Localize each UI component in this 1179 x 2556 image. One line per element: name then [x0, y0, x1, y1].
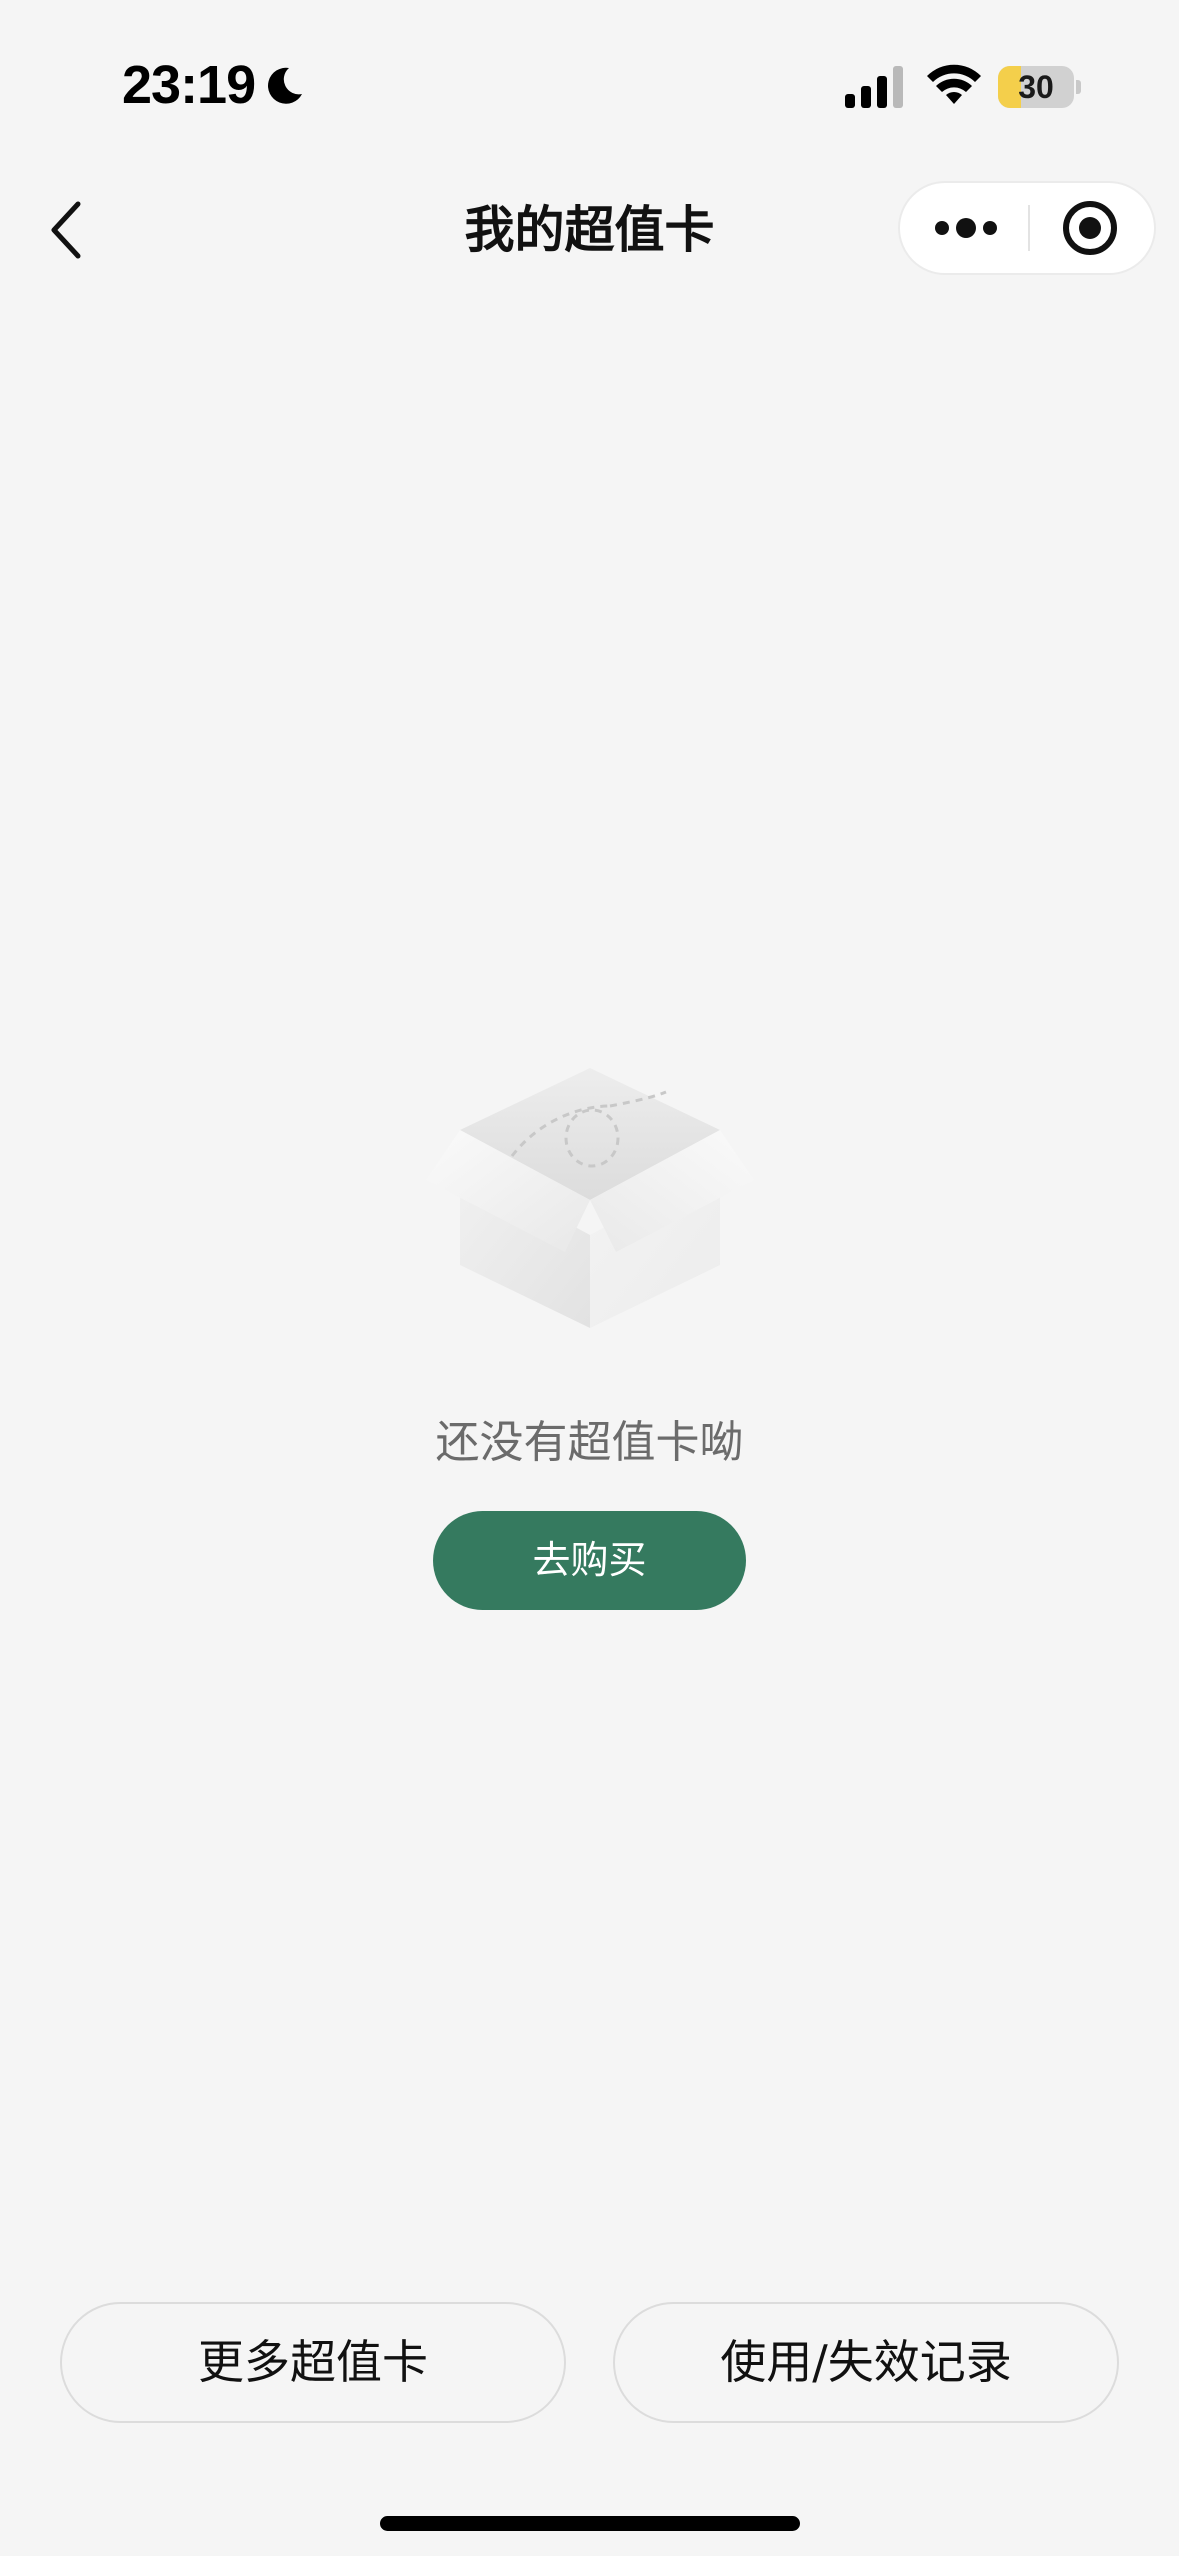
more-cards-button[interactable]: 更多超值卡: [60, 2302, 566, 2423]
more-button[interactable]: [900, 183, 1028, 273]
close-target-icon: [1063, 201, 1117, 255]
battery-body: 30: [998, 66, 1074, 108]
battery-cap: [1076, 80, 1081, 94]
signal-icon: [845, 66, 903, 108]
status-time: 23:19: [122, 55, 256, 115]
battery-level-text: 30: [1018, 69, 1054, 105]
moon-icon: [268, 67, 302, 104]
buy-button[interactable]: 去购买: [433, 1511, 746, 1610]
close-button[interactable]: [1030, 183, 1154, 273]
battery-icon: 30: [998, 66, 1081, 108]
chevron-left-icon: [51, 201, 81, 259]
wifi-icon: [927, 64, 981, 104]
more-icon: [935, 218, 997, 238]
usage-records-button[interactable]: 使用/失效记录: [613, 2302, 1119, 2423]
mini-program-capsule: [898, 181, 1156, 275]
empty-state-message: 还没有超值卡呦: [435, 1417, 744, 1468]
home-indicator: [380, 2516, 800, 2531]
status-bar: 23:19 30: [0, 0, 1179, 150]
empty-box-icon: [426, 1068, 754, 1328]
back-button[interactable]: [36, 190, 96, 270]
